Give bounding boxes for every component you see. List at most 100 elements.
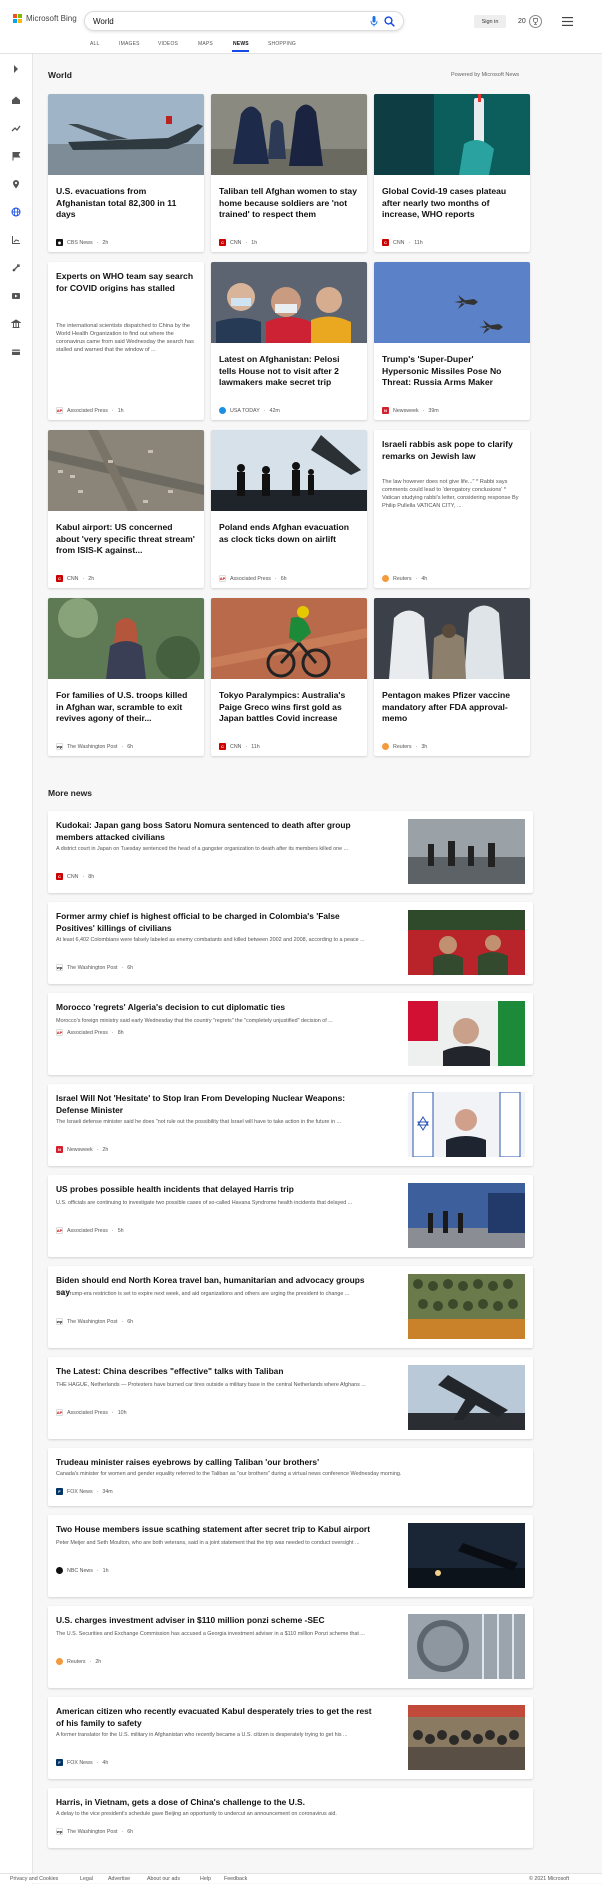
news-card[interactable]: Trump's 'Super-Duper' Hypersonic Missile… xyxy=(374,262,530,420)
entertainment-icon[interactable] xyxy=(11,291,21,301)
more-news-item[interactable]: Former army chief is highest official to… xyxy=(48,902,533,984)
tab-shopping[interactable]: SHOPPING xyxy=(268,41,296,47)
news-card[interactable]: Taliban tell Afghan women to stay home b… xyxy=(211,94,367,252)
card-title[interactable]: Kabul airport: US concerned about 'very … xyxy=(56,522,196,557)
footer-link-advertise[interactable]: Advertise xyxy=(108,1876,130,1882)
news-card[interactable]: Israeli rabbis ask pope to clarify remar… xyxy=(374,430,530,588)
more-news-item[interactable]: Trudeau minister raises eyebrows by call… xyxy=(48,1448,533,1506)
search-input[interactable] xyxy=(93,15,343,28)
search-icon[interactable] xyxy=(384,16,395,27)
card-title[interactable]: U.S. evacuations from Afghanistan total … xyxy=(56,186,196,221)
trending-icon[interactable] xyxy=(11,123,21,133)
dot: · xyxy=(89,1658,92,1665)
globe-icon[interactable] xyxy=(11,207,21,217)
card-title[interactable]: Pentagon makes Pfizer vaccine mandatory … xyxy=(382,690,522,725)
item-title[interactable]: Harris, in Vietnam, gets a dose of China… xyxy=(56,1797,516,1809)
item-thumbnail[interactable] xyxy=(408,1614,525,1679)
item-title[interactable]: Kudokai: Japan gang boss Satoru Nomura s… xyxy=(56,820,374,843)
more-news-item[interactable]: American citizen who recently evacuated … xyxy=(48,1697,533,1779)
item-thumbnail[interactable] xyxy=(408,1001,525,1066)
microphone-icon[interactable] xyxy=(370,16,378,27)
card-image xyxy=(374,262,530,343)
tab-videos[interactable]: VIDEOS xyxy=(158,41,178,47)
item-thumbnail[interactable] xyxy=(408,1092,525,1157)
source-age: 6h xyxy=(127,1828,134,1835)
news-card[interactable]: Tokyo Paralympics: Australia's Paige Gre… xyxy=(211,598,367,756)
newsweek-logo-icon: N xyxy=(382,407,389,414)
item-title[interactable]: Trudeau minister raises eyebrows by call… xyxy=(56,1457,516,1469)
source-name: The Washington Post xyxy=(67,1828,118,1835)
dot: · xyxy=(245,743,248,750)
search-box[interactable] xyxy=(84,11,404,31)
news-card[interactable]: For families of U.S. troops killed in Af… xyxy=(48,598,204,756)
item-title[interactable]: Former army chief is highest official to… xyxy=(56,911,374,934)
footer-link-privacy[interactable]: Privacy and Cookies xyxy=(10,1876,58,1882)
bing-logo[interactable]: Microsoft Bing xyxy=(13,14,77,23)
science-icon[interactable] xyxy=(11,263,21,273)
item-title[interactable]: Israel Will Not 'Hesitate' to Stop Iran … xyxy=(56,1093,374,1116)
sign-in-button[interactable]: Sign in xyxy=(474,15,506,28)
item-title[interactable]: American citizen who recently evacuated … xyxy=(56,1706,374,1729)
washington-post-logo-icon: wp xyxy=(56,1828,63,1835)
item-title[interactable]: The Latest: China describes "effective" … xyxy=(56,1366,374,1378)
item-title[interactable]: Morocco 'regrets' Algeria's decision to … xyxy=(56,1002,374,1014)
tab-all[interactable]: ALL xyxy=(90,41,100,47)
card-title[interactable]: Poland ends Afghan evacuation as clock t… xyxy=(219,522,359,545)
card-title[interactable]: Trump's 'Super-Duper' Hypersonic Missile… xyxy=(382,354,522,389)
more-news-item[interactable]: The Latest: China describes "effective" … xyxy=(48,1357,533,1439)
news-card[interactable]: Global Covid-19 cases plateau after near… xyxy=(374,94,530,252)
expand-icon[interactable] xyxy=(11,64,21,74)
source-age: 8h xyxy=(88,873,95,880)
more-news-item[interactable]: Kudokai: Japan gang boss Satoru Nomura s… xyxy=(48,811,533,893)
tab-images[interactable]: IMAGES xyxy=(119,41,140,47)
menu-icon[interactable] xyxy=(562,17,573,26)
ap-logo-icon: AP xyxy=(56,1227,63,1234)
card-title[interactable]: Global Covid-19 cases plateau after near… xyxy=(382,186,522,221)
card-title[interactable]: For families of U.S. troops killed in Af… xyxy=(56,690,196,725)
item-thumbnail[interactable] xyxy=(408,1705,525,1770)
tab-maps[interactable]: MAPS xyxy=(198,41,213,47)
flag-icon[interactable] xyxy=(11,151,21,161)
more-news-item[interactable]: Morocco 'regrets' Algeria's decision to … xyxy=(48,993,533,1075)
card-title[interactable]: Taliban tell Afghan women to stay home b… xyxy=(219,186,359,221)
item-thumbnail[interactable] xyxy=(408,910,525,975)
item-title[interactable]: Two House members issue scathing stateme… xyxy=(56,1524,374,1536)
source-name: USA TODAY xyxy=(230,407,260,414)
home-icon[interactable] xyxy=(11,95,21,105)
news-card[interactable]: Poland ends Afghan evacuation as clock t… xyxy=(211,430,367,588)
money-icon[interactable] xyxy=(11,347,21,357)
footer-link-help[interactable]: Help xyxy=(200,1876,211,1882)
more-news-item[interactable]: Israel Will Not 'Hesitate' to Stop Iran … xyxy=(48,1084,533,1166)
location-icon[interactable] xyxy=(11,179,21,189)
item-thumbnail[interactable] xyxy=(408,819,525,884)
card-title[interactable]: Experts on WHO team say search for COVID… xyxy=(56,271,196,294)
card-title[interactable]: Israeli rabbis ask pope to clarify remar… xyxy=(382,439,522,462)
more-news-item[interactable]: U.S. charges investment adviser in $110 … xyxy=(48,1606,533,1688)
news-card[interactable]: Pentagon makes Pfizer vaccine mandatory … xyxy=(374,598,530,756)
footer-link-feedback[interactable]: Feedback xyxy=(224,1876,247,1882)
footer-link-legal[interactable]: Legal xyxy=(80,1876,93,1882)
item-title[interactable]: U.S. charges investment adviser in $110 … xyxy=(56,1615,374,1627)
item-thumbnail[interactable] xyxy=(408,1183,525,1248)
card-title[interactable]: Tokyo Paralympics: Australia's Paige Gre… xyxy=(219,690,359,725)
item-thumbnail[interactable] xyxy=(408,1523,525,1588)
more-news-item[interactable]: Harris, in Vietnam, gets a dose of China… xyxy=(48,1788,533,1848)
item-title[interactable]: US probes possible health incidents that… xyxy=(56,1184,374,1196)
news-card[interactable]: Experts on WHO team say search for COVID… xyxy=(48,262,204,420)
item-thumbnail[interactable] xyxy=(408,1274,525,1339)
card-title[interactable]: Latest on Afghanistan: Pelosi tells Hous… xyxy=(219,354,359,389)
tab-news[interactable]: NEWS xyxy=(233,41,249,47)
rewards-button[interactable]: 20 xyxy=(518,15,542,28)
more-news-item[interactable]: Biden should end North Korea travel ban,… xyxy=(48,1266,533,1348)
business-icon[interactable] xyxy=(11,319,21,329)
chart-icon[interactable] xyxy=(11,235,21,245)
news-card[interactable]: Latest on Afghanistan: Pelosi tells Hous… xyxy=(211,262,367,420)
more-news-item[interactable]: Two House members issue scathing stateme… xyxy=(48,1515,533,1597)
news-card[interactable]: Kabul airport: US concerned about 'very … xyxy=(48,430,204,588)
dot: · xyxy=(121,1318,124,1325)
footer-link-about-ads[interactable]: About our ads xyxy=(147,1876,180,1882)
news-card[interactable]: U.S. evacuations from Afghanistan total … xyxy=(48,94,204,252)
cbs-logo-icon: ◉ xyxy=(56,239,63,246)
item-thumbnail[interactable] xyxy=(408,1365,525,1430)
more-news-item[interactable]: US probes possible health incidents that… xyxy=(48,1175,533,1257)
